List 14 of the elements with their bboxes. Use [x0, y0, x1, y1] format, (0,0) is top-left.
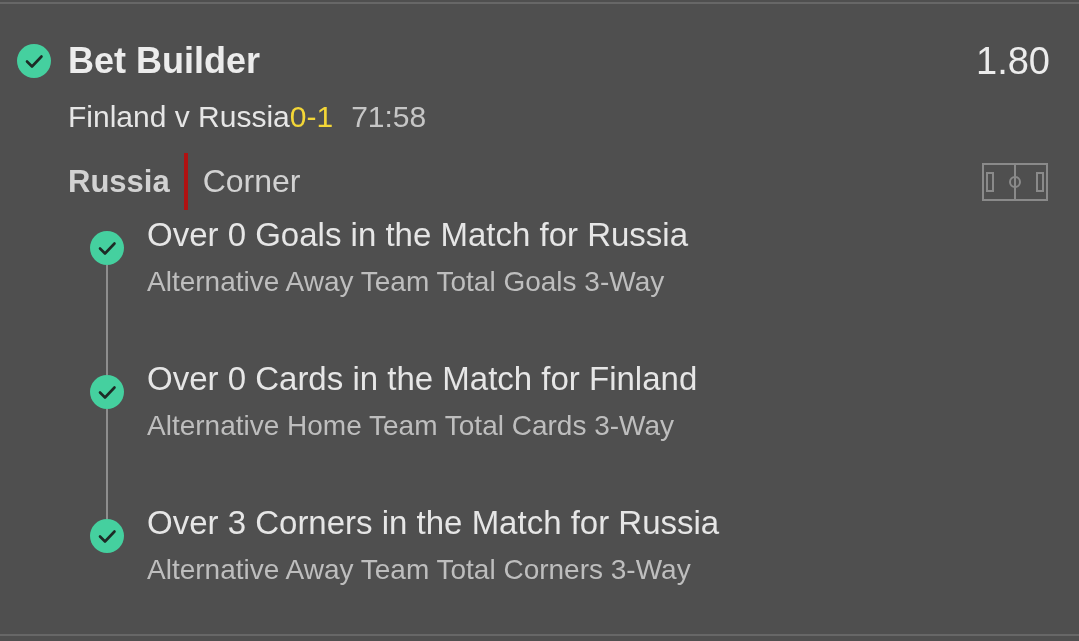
- selection-name: Over 3 Corners in the Match for Russia: [147, 505, 720, 541]
- match-clock: 71:58: [351, 99, 427, 135]
- odds-value: 1.80: [976, 40, 1050, 82]
- market-name: Alternative Home Team Total Cards 3-Way: [147, 410, 676, 442]
- match-teams: Finland v Russia: [68, 99, 290, 135]
- football-pitch-icon: [982, 162, 1048, 201]
- incident-event: Corner: [202, 163, 301, 200]
- selection-name: Over 0 Goals in the Match for Russia: [147, 217, 689, 253]
- incident-team: Russia: [68, 163, 170, 200]
- market-name: Alternative Away Team Total Corners 3-Way: [147, 554, 692, 586]
- selection-name: Over 0 Cards in the Match for Finland: [147, 361, 698, 397]
- match-score: 0-1: [289, 99, 334, 135]
- bet-title: Bet Builder: [68, 41, 261, 81]
- market-name: Alternative Away Team Total Goals 3-Way: [147, 266, 666, 298]
